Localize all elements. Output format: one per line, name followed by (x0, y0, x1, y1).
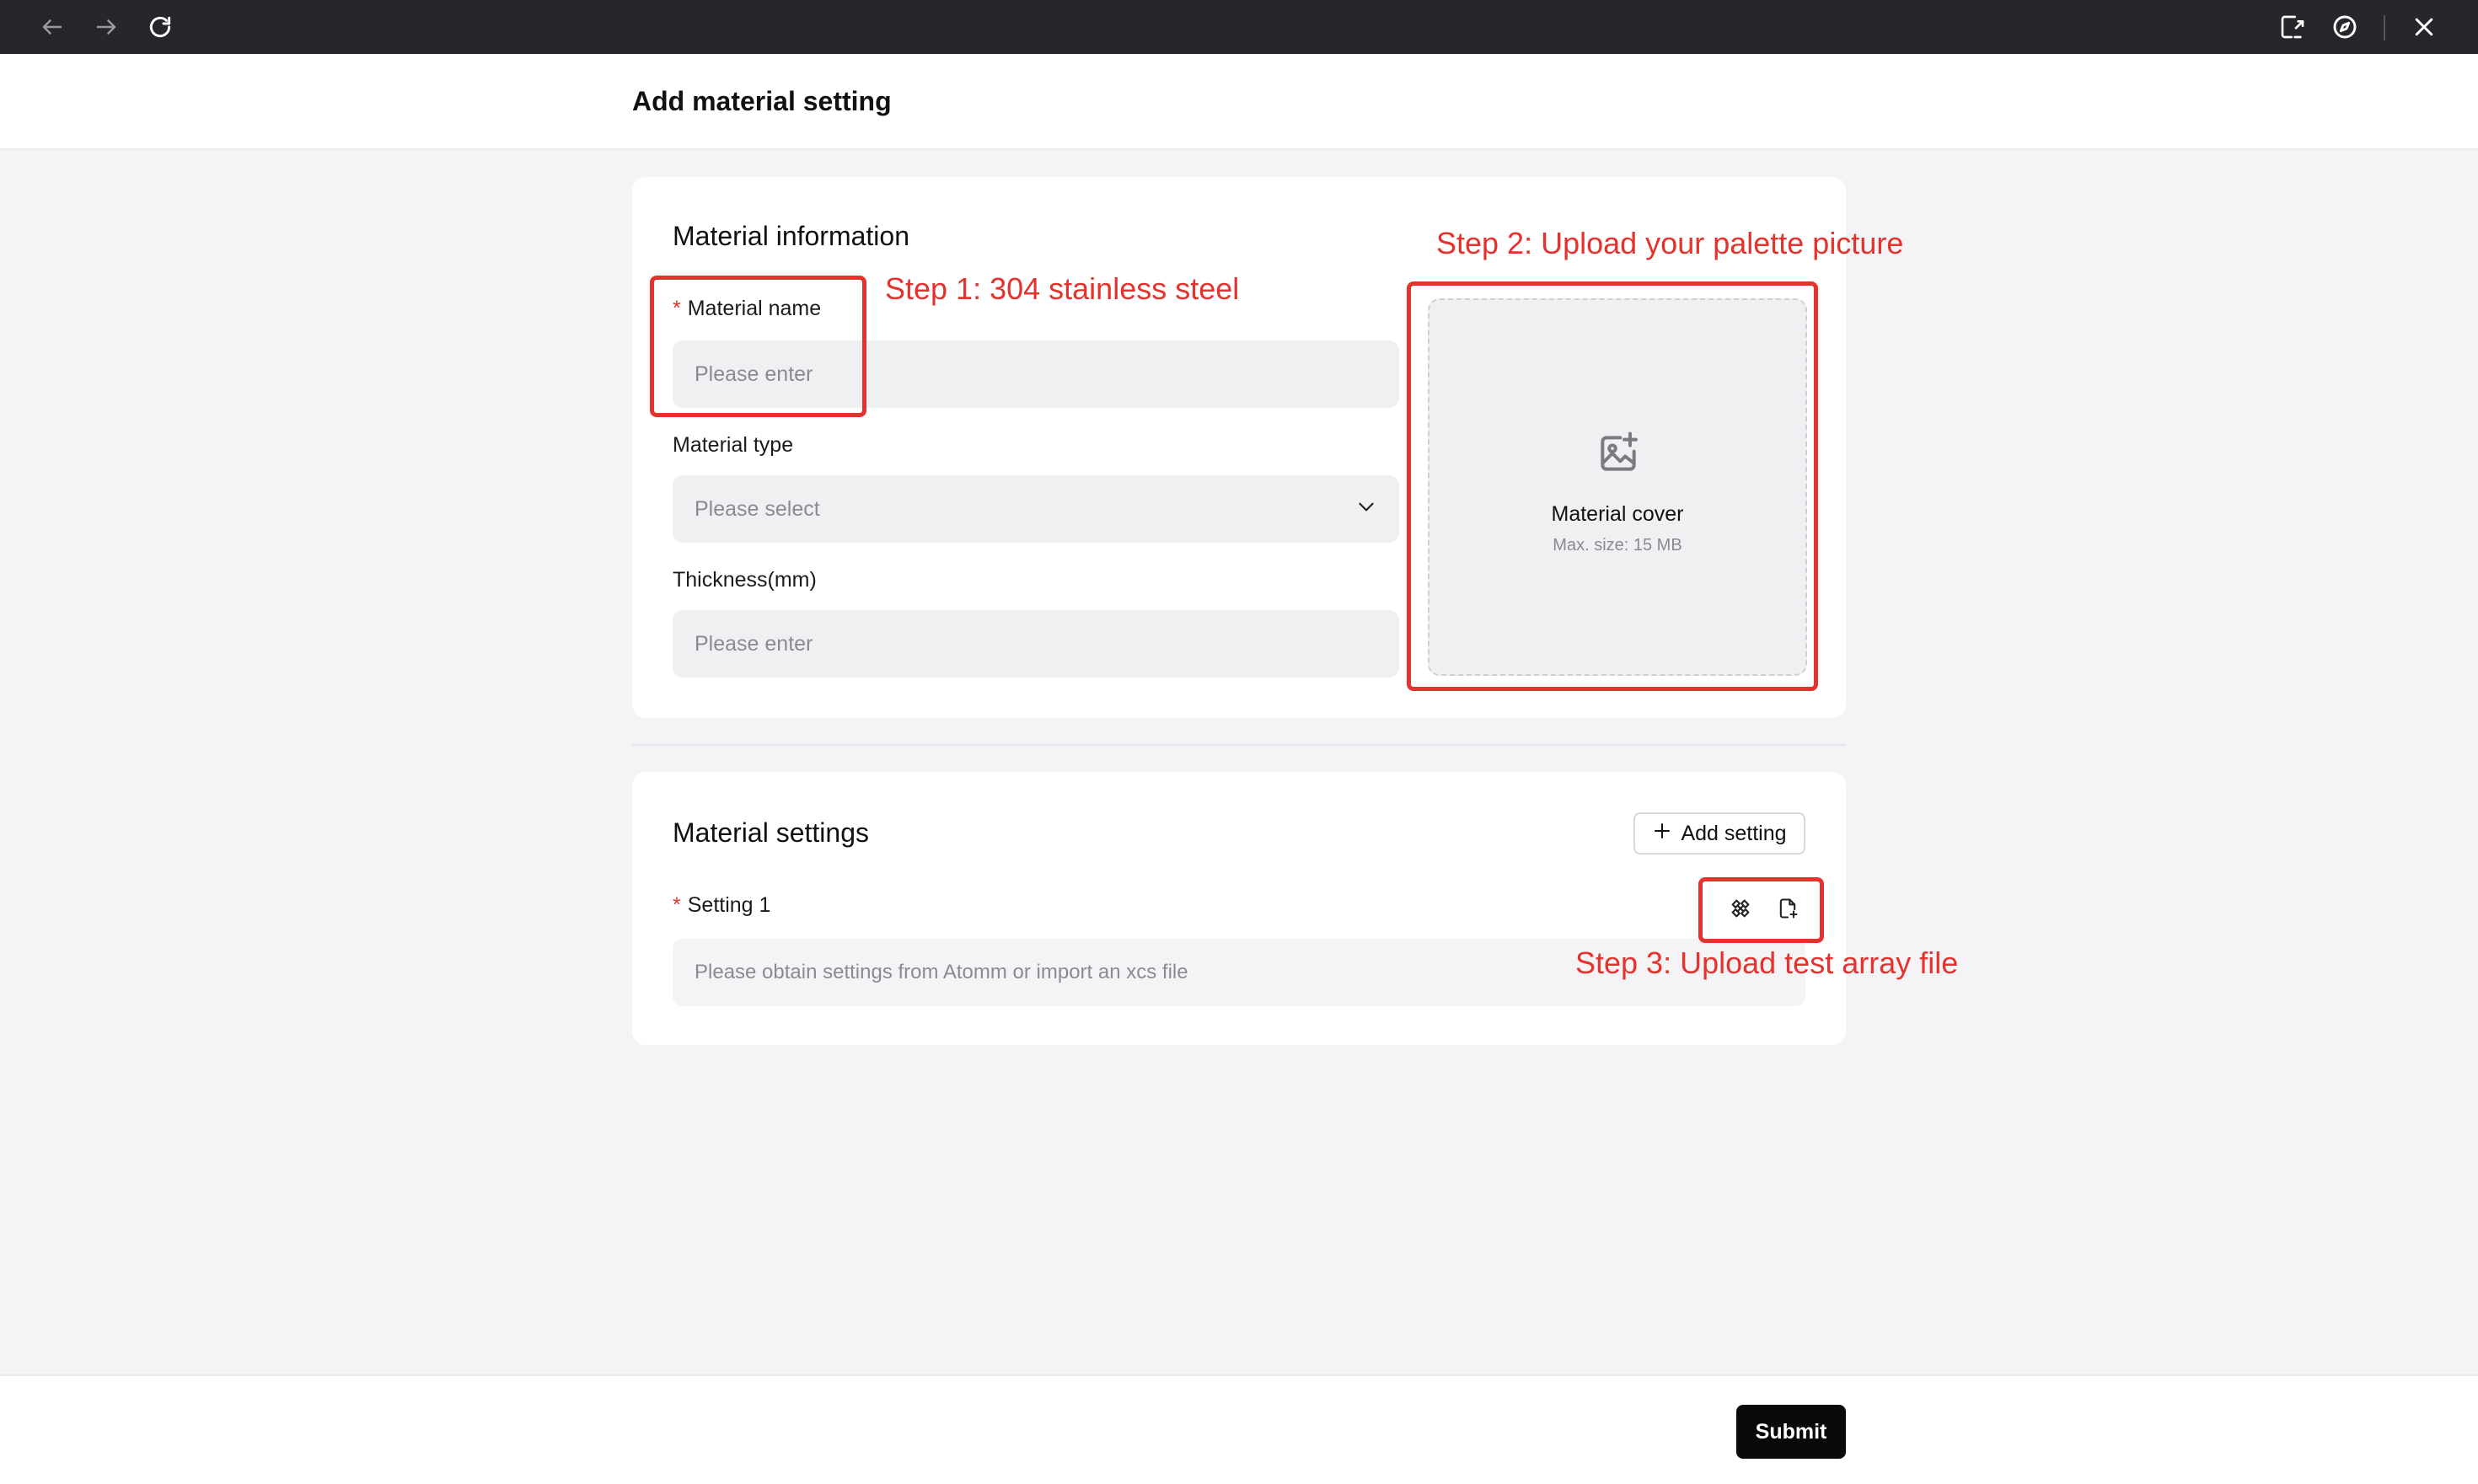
setting-1-label: * Setting 1 (673, 893, 770, 918)
material-cover-upload[interactable]: Material cover Max. size: 15 MB (1428, 298, 1807, 676)
page-footer: Submit (0, 1374, 2478, 1484)
required-asterisk: * (673, 893, 681, 917)
add-setting-button[interactable]: Add setting (1633, 812, 1805, 855)
import-file-icon[interactable] (1769, 890, 1806, 927)
material-name-label-text: Material name (687, 297, 822, 320)
annotation-step2: Step 2: Upload your palette picture (1436, 226, 1904, 260)
add-setting-label: Add setting (1681, 821, 1787, 845)
browser-toolbar (0, 0, 2478, 54)
material-type-placeholder: Please select (695, 496, 820, 521)
page-title: Add material setting (632, 86, 892, 116)
material-cover-title: Material cover (1551, 502, 1684, 526)
external-link-icon[interactable] (2274, 8, 2311, 46)
back-arrow-icon[interactable] (34, 8, 71, 46)
section-title-material-settings: Material settings (673, 817, 869, 848)
material-cover-hint: Max. size: 15 MB (1553, 536, 1682, 554)
forward-arrow-icon[interactable] (88, 8, 125, 46)
atomm-link-icon[interactable] (1722, 890, 1759, 927)
page-header: Add material setting (0, 54, 2478, 150)
section-title-material-information: Material information (673, 221, 909, 251)
material-name-label: * Material name (673, 297, 821, 321)
toolbar-separator (2384, 15, 2385, 40)
add-image-icon (1595, 430, 1642, 481)
section-divider (632, 744, 1846, 746)
material-type-label: Material type (673, 433, 794, 457)
material-settings-card: Material settings Add setting * Setting 1… (632, 772, 1846, 1045)
close-icon[interactable] (2406, 8, 2443, 46)
reload-icon[interactable] (142, 8, 179, 46)
annotation-step3: Step 3: Upload test array file (1575, 946, 1959, 980)
setting-1-label-text: Setting 1 (687, 893, 771, 917)
chevron-down-icon (1355, 496, 1377, 523)
submit-button[interactable]: Submit (1736, 1405, 1846, 1459)
annotation-step1: Step 1: 304 stainless steel (885, 271, 1240, 306)
compass-icon[interactable] (2326, 8, 2363, 46)
thickness-input[interactable] (673, 610, 1399, 678)
plus-icon (1652, 821, 1672, 847)
material-name-input[interactable] (673, 340, 1399, 408)
setting-1-placeholder: Please obtain settings from Atomm or imp… (695, 961, 1188, 983)
required-asterisk: * (673, 297, 681, 320)
thickness-label: Thickness(mm) (673, 568, 817, 592)
material-type-select[interactable]: Please select (673, 475, 1399, 543)
